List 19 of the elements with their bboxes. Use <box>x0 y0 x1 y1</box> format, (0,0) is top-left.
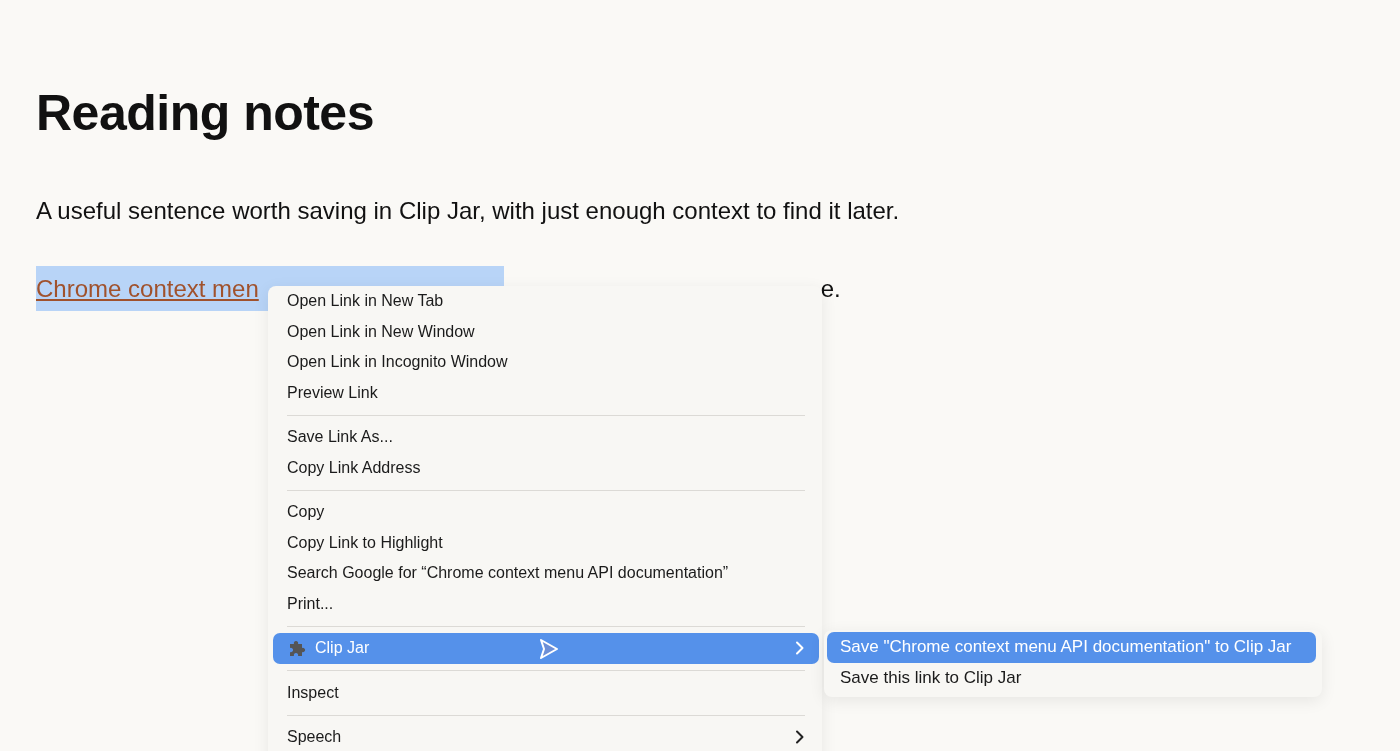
chevron-right-icon <box>795 730 805 745</box>
submenu-item[interactable]: Save this link to Clip Jar <box>827 662 1316 693</box>
menu-item[interactable]: Copy <box>273 497 819 528</box>
menu-item[interactable]: Open Link in Incognito Window <box>273 347 819 378</box>
menu-item[interactable]: Speech <box>273 722 819 751</box>
menu-item[interactable]: Inspect <box>273 677 819 708</box>
menu-item[interactable]: Open Link in New Window <box>273 316 819 347</box>
menu-item[interactable]: Copy Link to Highlight <box>273 527 819 558</box>
chevron-right-icon <box>795 641 805 656</box>
sentence-tail: e. <box>820 274 841 304</box>
menu-item[interactable]: Copy Link Address <box>273 452 819 483</box>
menu-item[interactable]: Print... <box>273 588 819 619</box>
pointer-cursor-icon <box>538 638 560 660</box>
menu-item[interactable]: Search Google for “Chrome context menu API documentation” <box>273 558 819 589</box>
puzzle-icon <box>287 638 307 659</box>
page-title: Reading notes <box>35 84 375 143</box>
menu-item[interactable]: Preview Link <box>273 377 819 408</box>
menu-item[interactable]: Save Link As... <box>273 422 819 453</box>
body-paragraph: A useful sentence worth saving in Clip Jar, with just enough context to find it later. <box>36 196 901 226</box>
